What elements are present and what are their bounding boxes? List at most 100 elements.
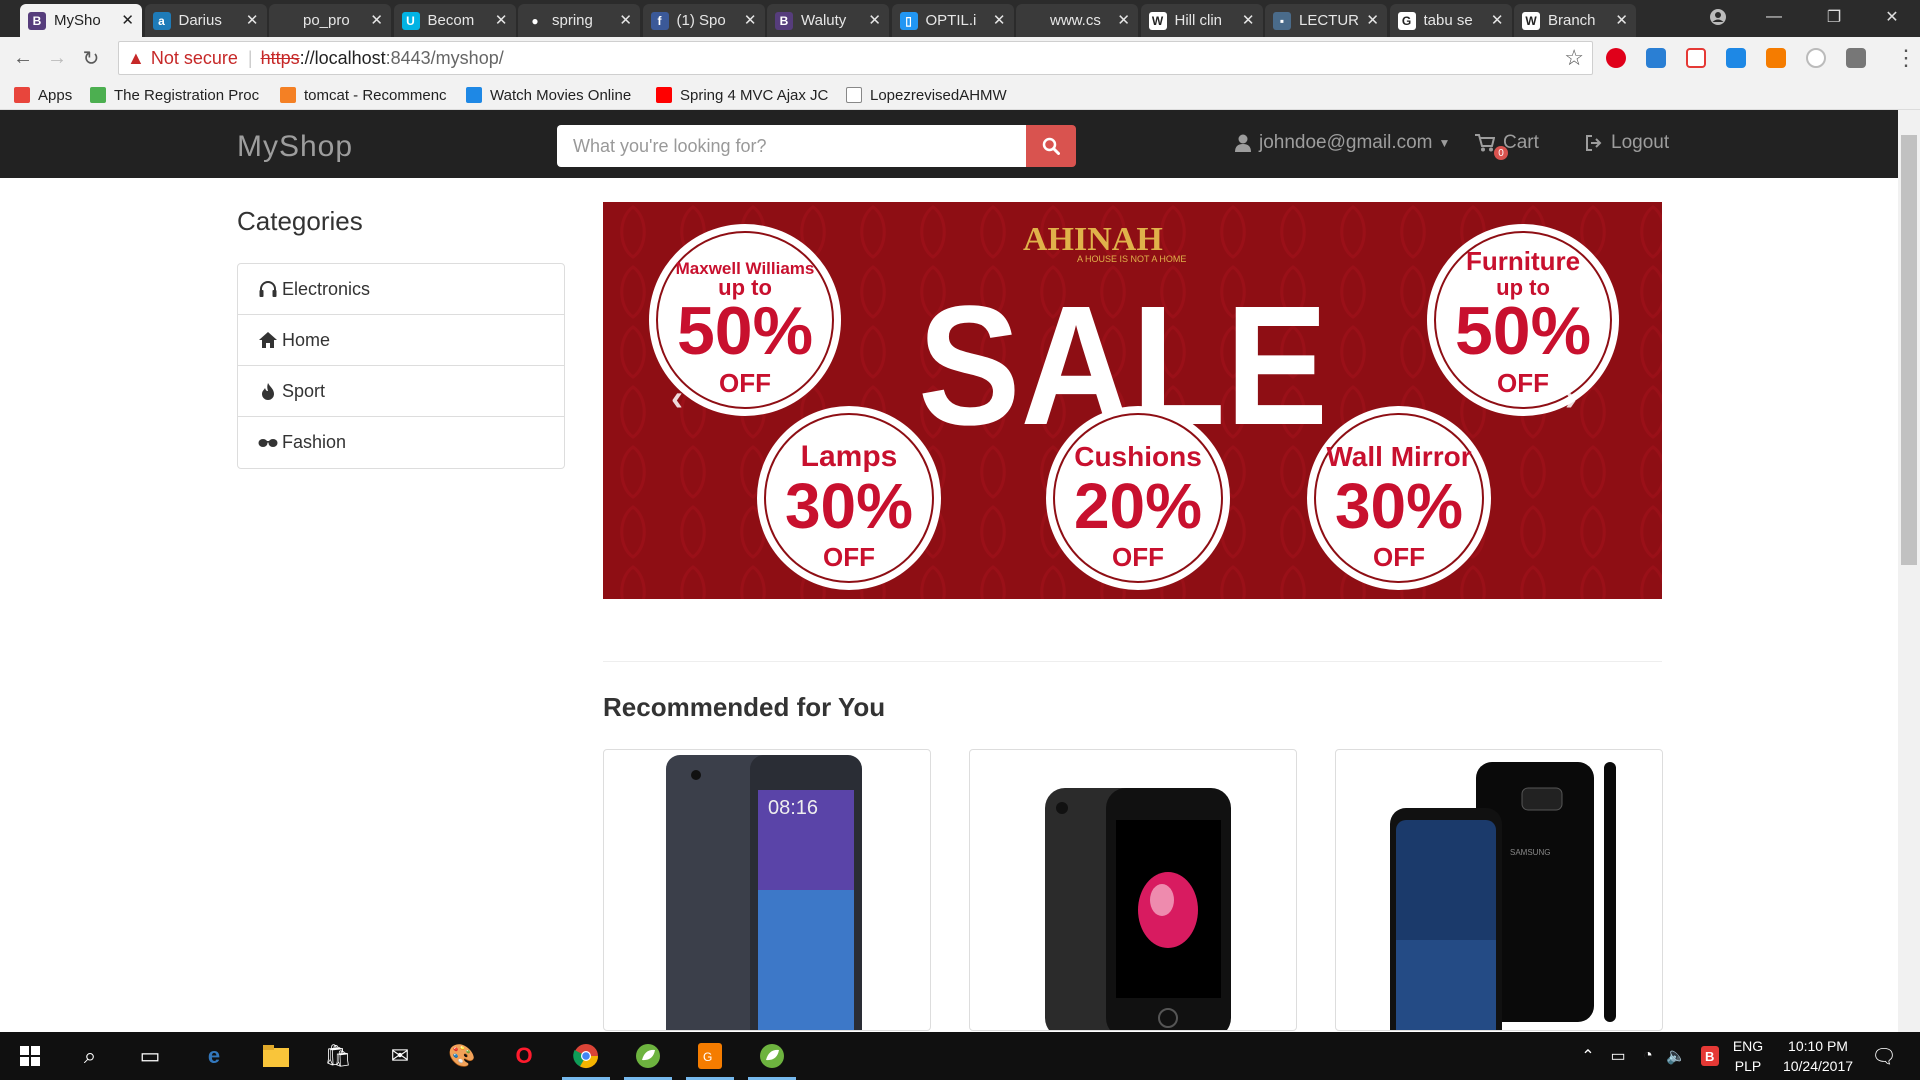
carousel-prev-icon[interactable]: ‹ bbox=[671, 377, 683, 419]
browser-tab[interactable]: U Becom ✕ bbox=[393, 4, 516, 37]
bookmarks-bar: Apps The Registration Proc tomcat - Recomm… bbox=[0, 80, 1920, 110]
file-explorer-icon[interactable] bbox=[258, 1038, 294, 1074]
task-view-icon[interactable]: ▭ bbox=[132, 1038, 168, 1074]
store-icon[interactable]: 🛍 bbox=[320, 1038, 356, 1074]
search-icon[interactable]: ⌕ bbox=[72, 1038, 108, 1074]
opera-extension-icon[interactable] bbox=[1606, 48, 1626, 68]
badge-wall-mirror: Wall Mirror 30% OFF bbox=[1307, 406, 1491, 590]
browser-tab[interactable]: f (1) Spo ✕ bbox=[642, 4, 765, 37]
profile-icon[interactable] bbox=[1690, 0, 1746, 34]
scrollbar-thumb[interactable] bbox=[1901, 135, 1917, 565]
search-input[interactable] bbox=[557, 125, 1026, 167]
bookmark-item[interactable]: LopezrevisedAHMW bbox=[846, 85, 1026, 105]
clock[interactable]: 10:10 PM 10/24/2017 bbox=[1772, 1036, 1864, 1076]
pdf-app-icon[interactable]: G bbox=[686, 1038, 734, 1080]
bookmark-item[interactable]: Watch Movies Online bbox=[466, 85, 642, 105]
svg-text:Cushions: Cushions bbox=[1074, 441, 1202, 472]
badge-lamps: Lamps 30% OFF bbox=[757, 406, 941, 590]
site-brand[interactable]: MyShop bbox=[237, 130, 353, 164]
close-tab-icon[interactable]: ✕ bbox=[370, 11, 383, 29]
paint-icon[interactable]: 🎨 bbox=[444, 1038, 480, 1074]
sunglasses-icon bbox=[258, 438, 278, 448]
spring-tool-icon[interactable] bbox=[624, 1038, 672, 1080]
browser-menu-icon[interactable]: ⋮ bbox=[1895, 45, 1917, 71]
github-icon: ● bbox=[526, 11, 544, 30]
bookmark-item[interactable]: tomcat - Recommenc bbox=[280, 85, 452, 105]
circle-extension-icon[interactable] bbox=[1806, 48, 1826, 68]
close-tab-icon[interactable]: ✕ bbox=[1615, 11, 1628, 29]
browser-tab[interactable]: www.cs ✕ bbox=[1016, 4, 1138, 37]
browser-tab[interactable]: B MySho ✕ bbox=[20, 4, 142, 37]
close-tab-icon[interactable]: ✕ bbox=[1242, 11, 1255, 29]
bookmark-item[interactable]: Spring 4 MVC Ajax JC bbox=[656, 85, 832, 105]
svg-text:Lamps: Lamps bbox=[801, 440, 898, 473]
maximize-button[interactable]: ❐ bbox=[1806, 0, 1862, 34]
browser-tab[interactable]: a Darius ✕ bbox=[144, 4, 267, 37]
category-home[interactable]: Home bbox=[238, 315, 564, 366]
product-card[interactable]: SAMSUNG bbox=[1335, 749, 1663, 1031]
browser-tab-strip: B MySho ✕ a Darius ✕ po_pro ✕ U Becom ✕ ● spring ✕ f (1… bbox=[0, 0, 1920, 37]
url-path: :8443/myshop/ bbox=[385, 47, 504, 68]
rss-extension-icon[interactable] bbox=[1766, 48, 1786, 68]
calendar-extension-icon[interactable] bbox=[1686, 48, 1706, 68]
browser-tab[interactable]: ● spring ✕ bbox=[518, 4, 640, 37]
search-button[interactable] bbox=[1026, 125, 1076, 167]
close-tab-icon[interactable]: ✕ bbox=[495, 11, 508, 29]
spring-app-icon[interactable] bbox=[748, 1038, 796, 1080]
bookmark-item[interactable]: The Registration Proc bbox=[90, 85, 268, 105]
reload-button[interactable]: ↻ bbox=[78, 45, 104, 71]
browser-tab[interactable]: po_pro ✕ bbox=[269, 4, 391, 37]
product-image-xiaomi: 08:16 bbox=[666, 755, 862, 1030]
category-fashion[interactable]: Fashion bbox=[238, 417, 564, 468]
windows-start-icon[interactable] bbox=[12, 1038, 48, 1074]
close-window-button[interactable]: ✕ bbox=[1864, 0, 1920, 34]
back-button[interactable]: ← bbox=[10, 45, 36, 71]
browser-tab[interactable]: W Branch ✕ bbox=[1514, 4, 1636, 37]
category-electronics[interactable]: Electronics bbox=[238, 264, 564, 315]
close-tab-icon[interactable]: ✕ bbox=[121, 11, 134, 29]
close-tab-icon[interactable]: ✕ bbox=[619, 11, 632, 29]
mail-icon[interactable]: ✉ bbox=[382, 1038, 418, 1074]
product-card[interactable] bbox=[969, 749, 1297, 1031]
chrome-icon[interactable] bbox=[562, 1038, 610, 1080]
browser-tab[interactable]: ▪ LECTUR ✕ bbox=[1265, 4, 1387, 37]
close-tab-icon[interactable]: ✕ bbox=[868, 11, 881, 29]
close-tab-icon[interactable]: ✕ bbox=[246, 11, 259, 29]
svg-text:50%: 50% bbox=[1455, 293, 1591, 369]
extension-icon[interactable] bbox=[1646, 48, 1666, 68]
address-bar[interactable]: ▲ Not secure | https ://localhost :8443/… bbox=[118, 41, 1593, 75]
carousel-next-icon[interactable]: › bbox=[1565, 377, 1577, 419]
browser-tab[interactable]: ▯ OPTIL.i ✕ bbox=[891, 4, 1014, 37]
user-menu[interactable]: johndoe@gmail.com ▼ bbox=[1235, 132, 1450, 154]
s-extension-icon[interactable] bbox=[1846, 48, 1866, 68]
notifications-icon[interactable]: 🗨 bbox=[1866, 1038, 1902, 1074]
volume-icon[interactable]: 🔈 bbox=[1658, 1038, 1694, 1074]
forward-button[interactable]: → bbox=[44, 45, 70, 71]
close-tab-icon[interactable]: ✕ bbox=[1117, 11, 1130, 29]
browser-tab[interactable]: Gtabu se ✕ bbox=[1389, 4, 1512, 37]
product-card[interactable]: 08:16 bbox=[603, 749, 931, 1031]
category-sport[interactable]: Sport bbox=[238, 366, 564, 417]
bookmark-star-icon[interactable]: ☆ bbox=[1564, 45, 1584, 71]
close-tab-icon[interactable]: ✕ bbox=[1491, 11, 1504, 29]
opera-icon[interactable]: O bbox=[506, 1038, 542, 1074]
promo-carousel[interactable]: AHINAH A HOUSE IS NOT A HOME SALE Maxwel… bbox=[603, 202, 1662, 599]
tray-b-icon[interactable]: B bbox=[1692, 1038, 1728, 1074]
css-extension-icon[interactable] bbox=[1726, 48, 1746, 68]
optil-icon: ▯ bbox=[899, 11, 918, 30]
edge-icon[interactable]: e bbox=[196, 1038, 232, 1074]
logout-label: Logout bbox=[1611, 132, 1670, 153]
bookmark-item[interactable]: Apps bbox=[14, 85, 84, 105]
browser-tab[interactable]: W Hill clin ✕ bbox=[1140, 4, 1263, 37]
close-tab-icon[interactable]: ✕ bbox=[993, 11, 1006, 29]
logout-link[interactable]: Logout bbox=[1585, 132, 1669, 154]
svg-text:OFF: OFF bbox=[1497, 368, 1549, 398]
cart-label: Cart bbox=[1503, 132, 1539, 153]
tab-title: LECTUR bbox=[1299, 12, 1360, 29]
browser-tab[interactable]: B Waluty ✕ bbox=[767, 4, 889, 37]
input-language[interactable]: ENG PLP bbox=[1728, 1036, 1768, 1076]
close-tab-icon[interactable]: ✕ bbox=[744, 11, 757, 29]
close-tab-icon[interactable]: ✕ bbox=[1366, 11, 1379, 29]
badge-furniture: Furniture up to 50% OFF bbox=[1427, 224, 1619, 416]
minimize-button[interactable]: — bbox=[1746, 0, 1802, 34]
